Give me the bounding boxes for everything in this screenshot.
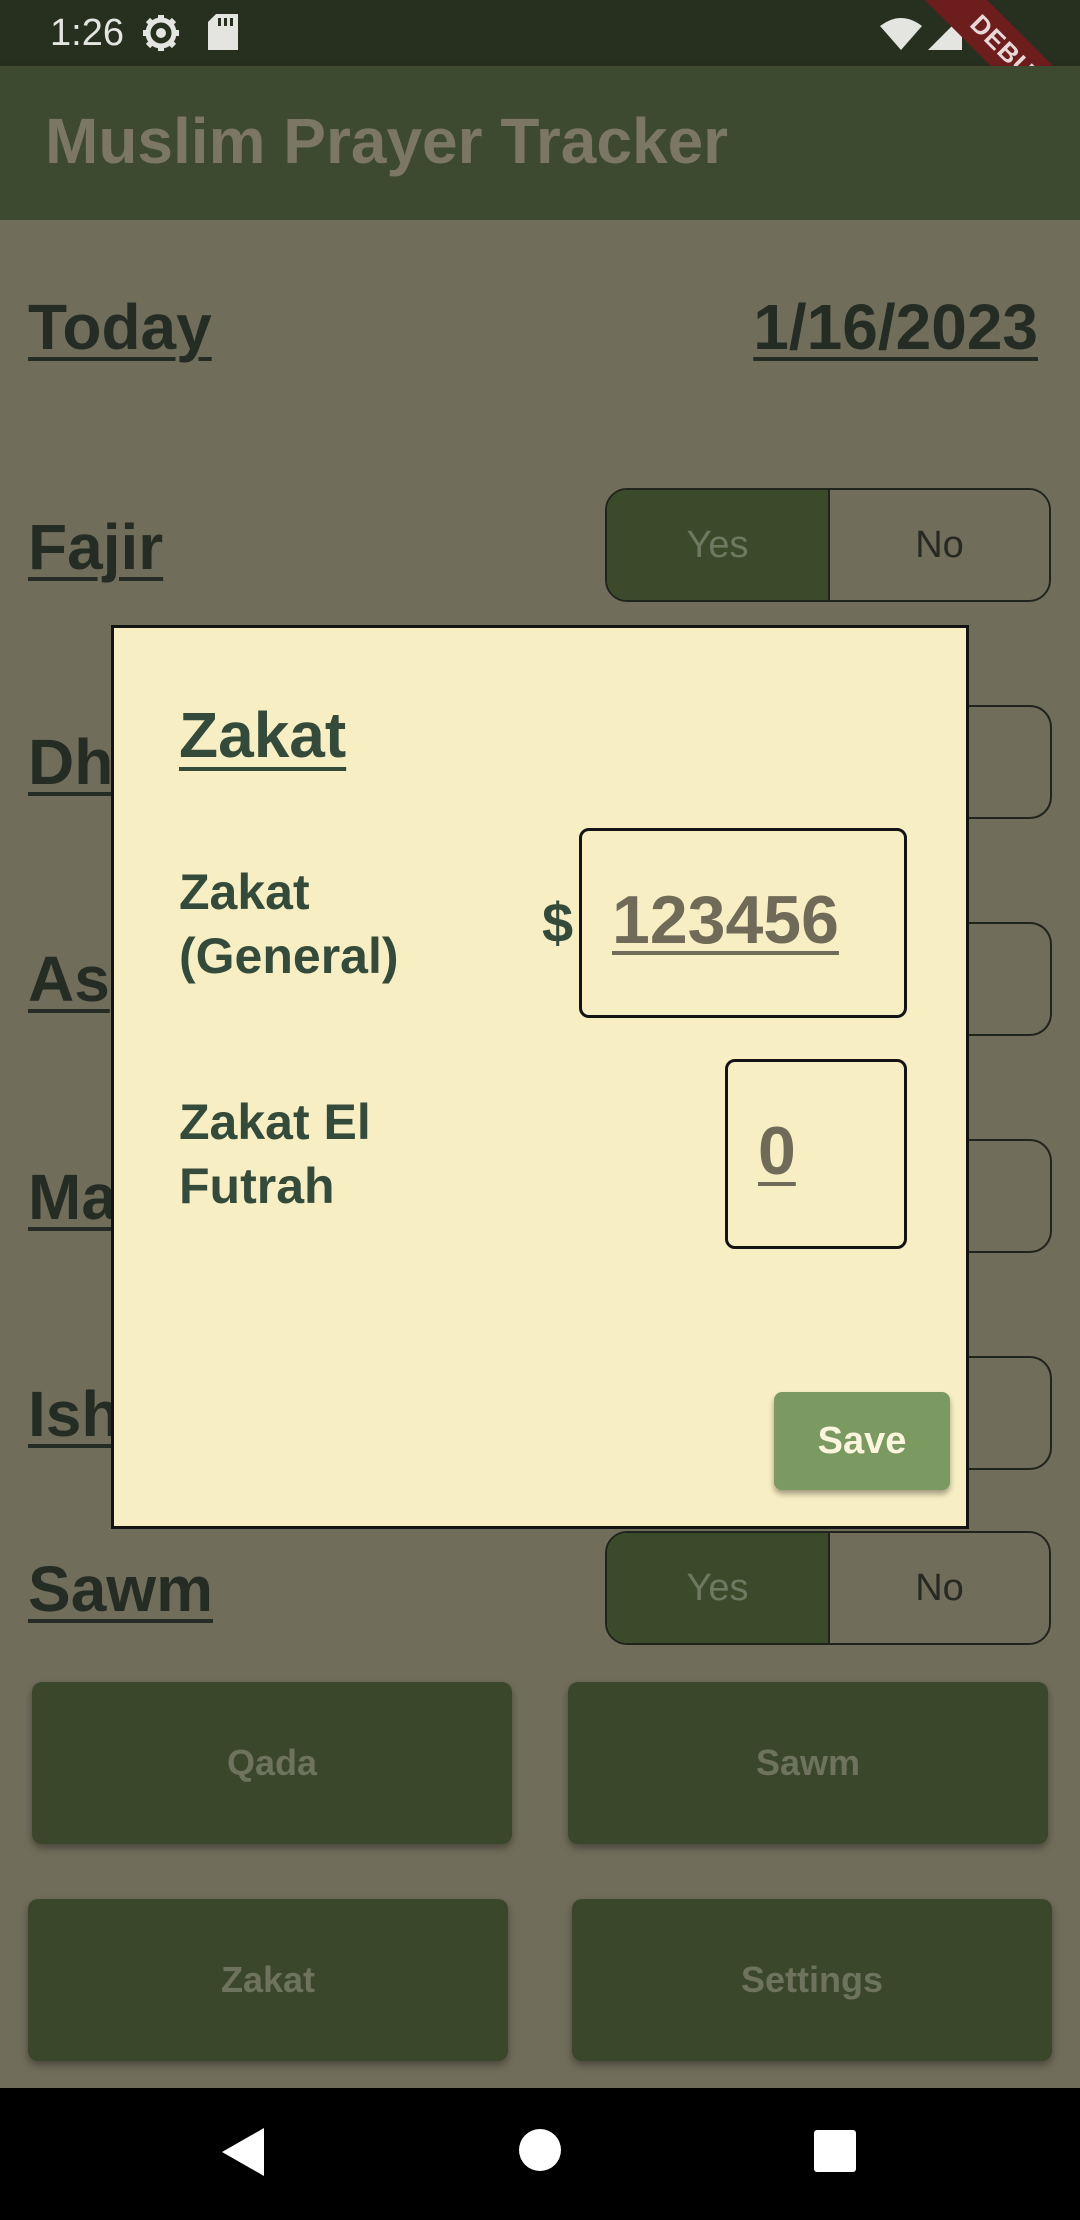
home-icon[interactable] — [518, 2128, 562, 2177]
sawm-no-option[interactable]: No — [828, 1533, 1049, 1643]
maghrib-toggle[interactable] — [968, 1139, 1052, 1253]
app-title: Muslim Prayer Tracker — [45, 105, 729, 177]
sawm-toggle[interactable]: Yes No — [605, 1531, 1051, 1645]
app-bar: Muslim Prayer Tracker — [0, 66, 1080, 220]
prayer-name-fajir: Fajir — [28, 511, 164, 583]
isha-toggle[interactable] — [968, 1356, 1052, 1470]
zakat-general-input[interactable]: 123456 — [579, 828, 907, 1018]
sawm-yes-option[interactable]: Yes — [607, 1533, 828, 1643]
fajir-no-option[interactable]: No — [828, 490, 1049, 600]
dialog-title: Zakat — [179, 699, 347, 771]
sawm-button[interactable]: Sawm — [568, 1682, 1048, 1844]
settings-button[interactable]: Settings — [572, 1899, 1052, 2061]
wifi-icon — [880, 18, 922, 55]
zakat-dialog: Zakat Zakat (General) $ 123456 Zakat El … — [111, 625, 969, 1529]
prayer-name-maghrib: Ma — [28, 1161, 117, 1233]
sd-card-icon — [208, 14, 238, 55]
prayer-name-asr: As — [28, 943, 110, 1015]
currency-symbol: $ — [542, 891, 574, 954]
back-icon[interactable] — [222, 2128, 264, 2181]
asr-toggle[interactable] — [968, 922, 1052, 1036]
dhuhr-toggle[interactable] — [968, 705, 1052, 819]
save-button[interactable]: Save — [774, 1392, 950, 1490]
prayer-name-dhuhr: Dh — [28, 726, 114, 798]
zakat-futrah-value[interactable]: 0 — [758, 1112, 796, 1190]
zakat-general-value[interactable]: 123456 — [612, 881, 839, 959]
today-date: 1/16/2023 — [753, 291, 1038, 363]
recents-icon[interactable] — [814, 2130, 856, 2177]
today-label: Today — [28, 291, 212, 363]
zakat-general-label: Zakat (General) — [179, 864, 399, 984]
prayer-name-isha: Ish — [28, 1378, 121, 1450]
status-bar: 1:26 DEBUG — [0, 0, 1080, 162]
zakat-futrah-input[interactable]: 0 — [725, 1059, 907, 1249]
settings-gear-icon — [142, 14, 180, 57]
system-navigation-bar — [0, 2088, 1080, 2220]
zakat-futrah-label: Zakat El Futrah — [179, 1094, 371, 1214]
zakat-button[interactable]: Zakat — [28, 1899, 508, 2061]
sawm-label: Sawm — [28, 1553, 213, 1625]
fajir-yes-option[interactable]: Yes — [607, 490, 828, 600]
status-time: 1:26 — [50, 12, 124, 54]
fajir-toggle[interactable]: Yes No — [605, 488, 1051, 602]
qada-button[interactable]: Qada — [32, 1682, 512, 1844]
